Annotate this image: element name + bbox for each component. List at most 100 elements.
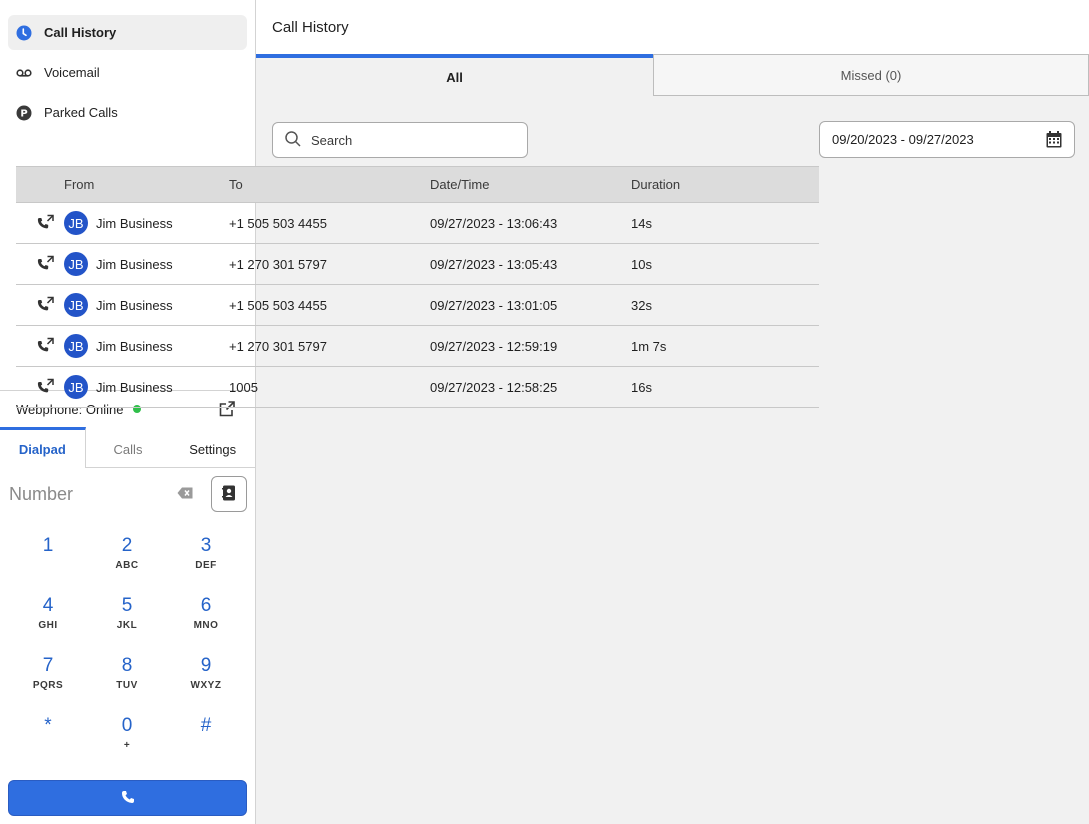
datetime-cell: 09/27/2023 - 12:59:19 bbox=[430, 338, 558, 354]
call-button[interactable] bbox=[8, 780, 247, 816]
key-digit: 4 bbox=[42, 595, 54, 616]
duration-cell: 14s bbox=[631, 215, 652, 231]
key-digit: 9 bbox=[200, 655, 212, 676]
from-cell: JB Jim Business bbox=[64, 293, 229, 317]
tab-missed[interactable]: Missed (0) bbox=[653, 54, 1089, 96]
to-cell: +1 505 503 4455 bbox=[229, 297, 327, 313]
sidebar-item-call-history[interactable]: Call History bbox=[8, 15, 247, 50]
table-header: From To Date/Time Duration bbox=[16, 166, 819, 203]
key-hash[interactable]: # bbox=[176, 715, 236, 765]
duration-cell: 16s bbox=[631, 379, 652, 395]
sidebar-item-parked-calls[interactable]: P Parked Calls bbox=[8, 95, 247, 130]
call-history-tabs: All Missed (0) bbox=[256, 54, 1089, 96]
outgoing-call-icon bbox=[37, 296, 55, 315]
outgoing-call-icon-cell bbox=[16, 378, 64, 397]
avatar: JB bbox=[64, 334, 88, 358]
search-input[interactable] bbox=[311, 132, 511, 148]
key-3[interactable]: 3 DEF bbox=[176, 535, 236, 585]
datetime-cell: 09/27/2023 - 13:05:43 bbox=[430, 256, 558, 272]
header-from[interactable]: From bbox=[64, 177, 229, 192]
header-to[interactable]: To bbox=[229, 177, 430, 192]
svg-text:P: P bbox=[20, 108, 27, 119]
table-row[interactable]: JB Jim Business +1 270 301 5797 09/27/2023 … bbox=[16, 244, 819, 285]
table-row[interactable]: JB Jim Business +1 505 503 4455 09/27/2023 … bbox=[16, 285, 819, 326]
webphone-panel: Webphone: Online Dialpad Calls Settings bbox=[0, 390, 255, 824]
key-7[interactable]: 7 PQRS bbox=[18, 655, 78, 705]
header-datetime[interactable]: Date/Time bbox=[430, 177, 631, 192]
key-star[interactable]: * bbox=[18, 715, 78, 765]
to-cell: +1 505 503 4455 bbox=[229, 215, 327, 231]
key-6[interactable]: 6 MNO bbox=[176, 595, 236, 645]
avatar: JB bbox=[64, 293, 88, 317]
table-row[interactable]: JB Jim Business +1 270 301 5797 09/27/2023 … bbox=[16, 326, 819, 367]
key-9[interactable]: 9 WXYZ bbox=[176, 655, 236, 705]
outgoing-call-icon bbox=[37, 214, 55, 233]
tab-all[interactable]: All bbox=[256, 54, 653, 96]
header-duration[interactable]: Duration bbox=[631, 177, 819, 192]
key-letters: + bbox=[123, 740, 131, 751]
parking-icon: P bbox=[16, 105, 32, 121]
number-row bbox=[0, 468, 255, 520]
table-row[interactable]: JB Jim Business +1 505 503 4455 09/27/2023 … bbox=[16, 203, 819, 244]
key-4[interactable]: 4 GHI bbox=[18, 595, 78, 645]
calendar-icon[interactable] bbox=[1046, 131, 1062, 151]
webphone-tabs: Dialpad Calls Settings bbox=[0, 427, 255, 468]
contacts-button[interactable] bbox=[211, 476, 247, 512]
key-digit: 0 bbox=[121, 715, 133, 736]
key-1[interactable]: 1 bbox=[18, 535, 78, 585]
from-cell: JB Jim Business bbox=[64, 252, 229, 276]
sidebar-item-voicemail[interactable]: Voicemail bbox=[8, 55, 247, 90]
backspace-icon[interactable] bbox=[177, 487, 193, 499]
number-input[interactable] bbox=[9, 483, 169, 505]
to-cell: 1005 bbox=[229, 379, 258, 395]
duration-cell: 1m 7s bbox=[631, 338, 667, 354]
search-box[interactable] bbox=[272, 122, 528, 158]
key-digit: * bbox=[44, 715, 52, 736]
sidebar-item-label: Parked Calls bbox=[44, 105, 118, 120]
key-0[interactable]: 0 + bbox=[97, 715, 157, 765]
key-digit: # bbox=[200, 715, 212, 736]
key-letters: PQRS bbox=[32, 680, 64, 691]
from-cell: JB Jim Business bbox=[64, 211, 229, 235]
outgoing-call-icon-cell bbox=[16, 337, 64, 356]
tab-dialpad[interactable]: Dialpad bbox=[0, 427, 86, 468]
key-digit: 3 bbox=[200, 535, 212, 556]
contact-book-icon bbox=[222, 485, 236, 504]
key-digit: 6 bbox=[200, 595, 212, 616]
filters-bar: 09/20/2023 - 09/27/2023 bbox=[256, 96, 1089, 166]
outgoing-call-icon bbox=[37, 255, 55, 274]
key-2[interactable]: 2 ABC bbox=[97, 535, 157, 585]
key-letters: DEF bbox=[195, 560, 217, 571]
outgoing-call-icon bbox=[37, 378, 55, 397]
sidebar-item-label: Call History bbox=[44, 25, 117, 40]
from-cell: JB Jim Business bbox=[64, 334, 229, 358]
tab-settings[interactable]: Settings bbox=[170, 427, 255, 467]
table-row[interactable]: JB Jim Business 1005 09/27/2023 - 12:58:25 1… bbox=[16, 367, 819, 408]
outgoing-call-icon-cell bbox=[16, 255, 64, 274]
main-content: Call History All Missed (0) 09/20/2023 -… bbox=[256, 0, 1089, 824]
call-history-table: From To Date/Time Duration JB Jim Busines… bbox=[16, 166, 819, 408]
phone-icon bbox=[121, 790, 135, 807]
datetime-cell: 09/27/2023 - 13:06:43 bbox=[430, 215, 558, 231]
caller-name: Jim Business bbox=[96, 338, 173, 354]
outgoing-call-icon-cell bbox=[16, 296, 64, 315]
key-8[interactable]: 8 TUV bbox=[97, 655, 157, 705]
tab-calls[interactable]: Calls bbox=[86, 427, 171, 467]
sidebar-item-label: Voicemail bbox=[44, 65, 100, 80]
clock-icon bbox=[16, 25, 32, 41]
date-range-picker[interactable]: 09/20/2023 - 09/27/2023 bbox=[819, 121, 1075, 158]
key-letters: WXYZ bbox=[190, 680, 222, 691]
to-cell: +1 270 301 5797 bbox=[229, 338, 327, 354]
key-letters: ABC bbox=[115, 560, 139, 571]
avatar: JB bbox=[64, 211, 88, 235]
page-title: Call History bbox=[272, 18, 349, 36]
key-letters: TUV bbox=[116, 680, 138, 691]
key-5[interactable]: 5 JKL bbox=[97, 595, 157, 645]
outgoing-call-icon bbox=[37, 337, 55, 356]
date-range-value: 09/20/2023 - 09/27/2023 bbox=[832, 132, 974, 147]
key-letters: GHI bbox=[38, 620, 58, 631]
search-icon bbox=[285, 130, 301, 150]
from-cell: JB Jim Business bbox=[64, 375, 229, 399]
datetime-cell: 09/27/2023 - 12:58:25 bbox=[430, 379, 558, 395]
duration-cell: 10s bbox=[631, 256, 652, 272]
